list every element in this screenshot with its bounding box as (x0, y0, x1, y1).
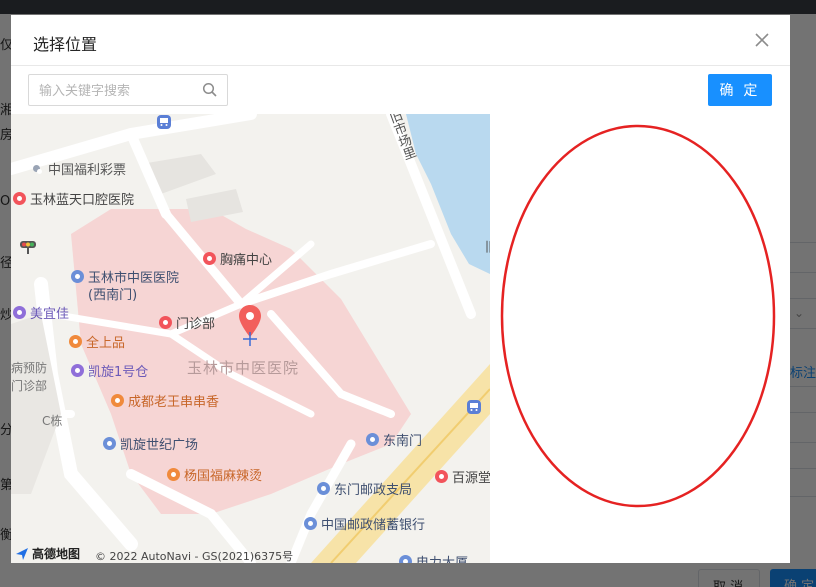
shop-pin-icon (13, 306, 26, 319)
poi-label: 杨国福麻辣烫 (184, 469, 263, 484)
map-poi[interactable]: 凯旋世纪广场 (103, 434, 198, 453)
map-attribution: 高德地图 © 2022 AutoNavi - GS(2021)6375号 (11, 542, 490, 563)
poi-label: 成都老王串串香 (128, 395, 220, 410)
food-pin-icon (111, 394, 124, 407)
poi-label: 东门邮政支局 (334, 483, 413, 498)
map-logo: 高德地图 (15, 545, 80, 562)
map-poi[interactable]: 百源堂 (435, 467, 490, 486)
poi-label: 凯旋1号仓 (88, 365, 149, 380)
map-area-label: 玉林市中医医院 (187, 359, 300, 377)
map-poi[interactable]: 全上品 (69, 332, 125, 351)
map-poi[interactable]: 东南门 (366, 430, 422, 449)
poi-label: 全上品 (86, 336, 126, 351)
map-logo-text: 高德地图 (32, 547, 81, 561)
cut-label: 病预防 (11, 361, 48, 375)
poi-label: 中国福利彩票 (48, 163, 127, 178)
poi-label: 美宜佳 (30, 307, 70, 322)
poi-label: 东南门 (383, 434, 423, 449)
map-poi-sublabel: (西南门) (88, 284, 137, 303)
bus-stop-icon[interactable] (466, 399, 482, 415)
map-poi[interactable]: 杨国福麻辣烫 (167, 465, 262, 484)
red-ellipse-annotation (500, 124, 776, 508)
location-pin-icon (317, 482, 330, 495)
shop-pin-icon (71, 364, 84, 377)
poi-label: 门诊部 (176, 317, 216, 332)
map-poi[interactable]: 门诊部 (159, 313, 215, 332)
search-icon[interactable] (202, 82, 218, 98)
map-view[interactable]: 玉林市中医医院 中国福利彩票 玉林蓝天口腔医院 胸痛中心 玉林市中医医院 (西南… (11, 114, 490, 563)
map-poi[interactable]: 东门邮政支局 (317, 479, 412, 498)
map-poi[interactable]: 凯旋1号仓 (71, 361, 148, 380)
building-label: C栋 (42, 414, 63, 428)
food-pin-icon (69, 335, 82, 348)
hospital-pin-icon (203, 252, 216, 265)
search-box (28, 74, 228, 106)
map-poi[interactable]: 成都老王串串香 (111, 391, 219, 410)
search-input[interactable] (29, 75, 199, 105)
modal-title: 选择位置 (33, 37, 98, 54)
location-pin-icon (71, 270, 84, 283)
hospital-pin-icon (159, 316, 172, 329)
confirm-button[interactable]: 确 定 (708, 74, 772, 106)
poi-label: 百源堂 (452, 471, 490, 486)
food-pin-icon (167, 468, 180, 481)
hospital-pin-icon (435, 470, 448, 483)
location-pin-icon (366, 433, 379, 446)
map-poi[interactable]: 玉林蓝天口腔医院 (13, 189, 134, 208)
location-pin-icon (103, 437, 116, 450)
map-copyright: © 2022 AutoNavi - GS(2021)6375号 (95, 550, 294, 563)
close-icon[interactable] (751, 29, 773, 51)
map-poi[interactable]: 美宜佳 (13, 303, 69, 322)
map-poi[interactable]: 中国福利彩票 (33, 159, 126, 178)
map-poi[interactable]: 胸痛中心 (203, 249, 272, 268)
traffic-light-icon (20, 241, 36, 254)
search-toolbar: 确 定 (11, 66, 790, 114)
map-poi[interactable]: 中国邮政储蓄银行 (304, 514, 425, 533)
poi-label: 玉林蓝天口腔医院 (30, 193, 135, 208)
crosshair-icon (243, 332, 257, 346)
modal-header: 选择位置 (11, 15, 790, 66)
poi-dot-icon (33, 165, 42, 174)
hospital-pin-icon (13, 192, 26, 205)
poi-label: 凯旋世纪广场 (120, 438, 199, 453)
poi-label: 胸痛中心 (220, 253, 273, 268)
cut-label: 门诊部 (11, 379, 48, 393)
location-pin-icon (304, 517, 317, 530)
bus-stop-icon[interactable] (156, 114, 172, 130)
poi-label: (西南门) (88, 288, 138, 303)
amap-logo-icon (16, 547, 28, 560)
poi-label: 中国邮政储蓄银行 (321, 518, 426, 533)
